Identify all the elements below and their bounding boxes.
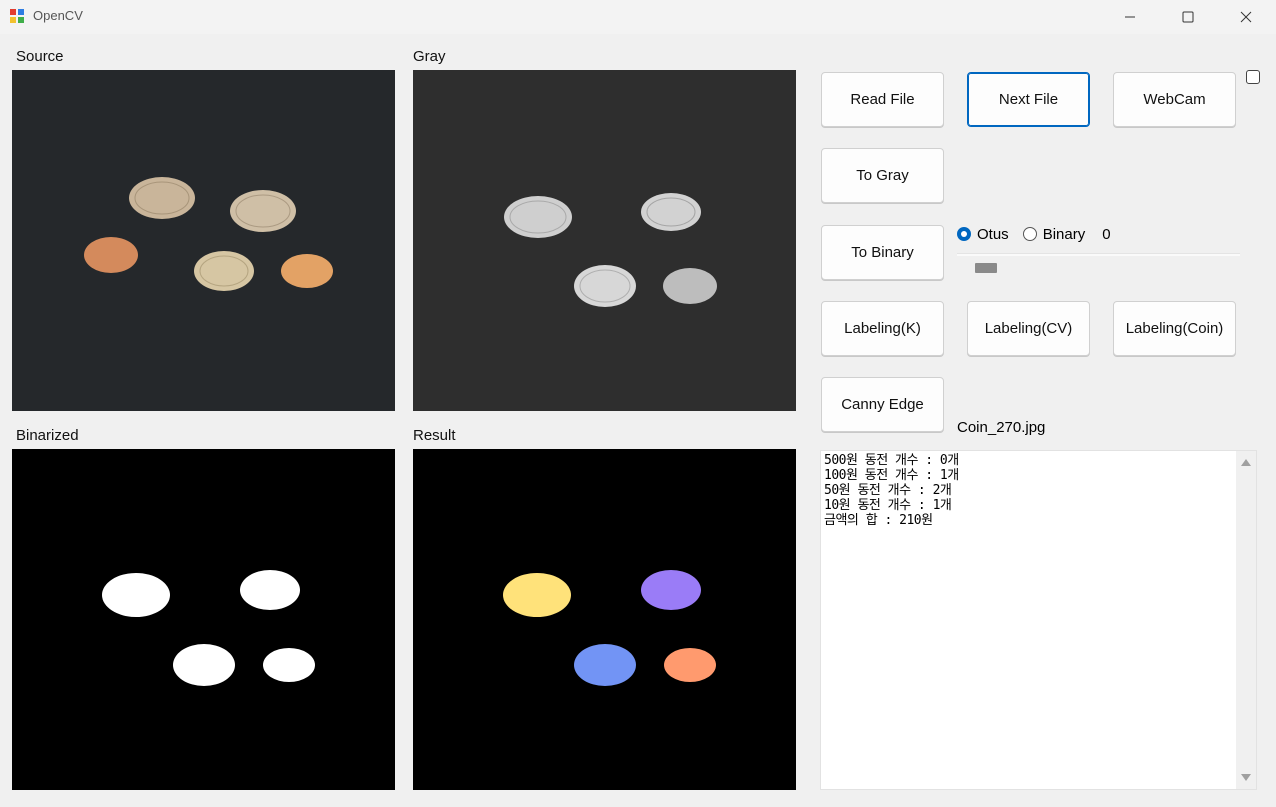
gray-label: Gray	[413, 48, 446, 65]
webcam-button[interactable]: WebCam	[1113, 72, 1236, 127]
threshold-slider-track[interactable]	[957, 253, 1240, 256]
maximize-button[interactable]	[1159, 0, 1217, 34]
label-blob-purple	[641, 570, 701, 610]
to-gray-button[interactable]: To Gray	[821, 148, 944, 203]
minimize-button[interactable]	[1101, 0, 1159, 34]
otus-radio-label: Otus	[977, 225, 1009, 243]
canny-edge-button[interactable]: Canny Edge	[821, 377, 944, 432]
otus-radio[interactable]	[957, 227, 971, 241]
result-image	[413, 449, 796, 790]
to-binary-button[interactable]: To Binary	[821, 225, 944, 280]
app-icon	[10, 9, 24, 23]
title-bar: OpenCV	[0, 0, 1276, 34]
binary-radio[interactable]	[1022, 227, 1037, 241]
source-label: Source	[16, 48, 64, 65]
labeling-coin-button[interactable]: Labeling(Coin)	[1113, 301, 1236, 356]
scroll-up-icon[interactable]	[1241, 459, 1251, 466]
threshold-value: 0	[1102, 225, 1111, 243]
output-textarea[interactable]: 500원 동전 개수 : 0개 100원 동전 개수 : 1개 50원 동전 개…	[820, 450, 1257, 790]
close-icon	[1240, 11, 1252, 23]
binarized-label: Binarized	[16, 427, 79, 444]
label-blob-yellow	[503, 573, 571, 617]
label-blob-blue	[574, 644, 636, 686]
maximize-icon	[1182, 11, 1194, 23]
labeling-cv-button[interactable]: Labeling(CV)	[967, 301, 1090, 356]
labeling-k-button[interactable]: Labeling(K)	[821, 301, 944, 356]
threshold-slider-thumb[interactable]	[975, 263, 997, 273]
next-file-button[interactable]: Next File	[967, 72, 1090, 127]
checkbox[interactable]	[1246, 70, 1260, 84]
binarized-image	[12, 449, 395, 790]
file-name-label: Coin_270.jpg	[957, 419, 1046, 436]
label-blob-orange	[664, 648, 716, 682]
threshold-options: Otus Binary 0	[957, 224, 1111, 244]
output-text: 500원 동전 개수 : 0개 100원 동전 개수 : 1개 50원 동전 개…	[824, 453, 959, 528]
read-file-button[interactable]: Read File	[821, 72, 944, 127]
scroll-down-icon[interactable]	[1241, 774, 1251, 781]
gray-image	[413, 70, 796, 411]
source-image	[12, 70, 395, 411]
minimize-icon	[1125, 16, 1135, 18]
vertical-scrollbar[interactable]	[1236, 451, 1256, 789]
binary-radio-label: Binary	[1042, 225, 1086, 243]
close-button[interactable]	[1217, 0, 1275, 34]
window-title: OpenCV	[33, 8, 83, 23]
result-label: Result	[413, 427, 456, 444]
